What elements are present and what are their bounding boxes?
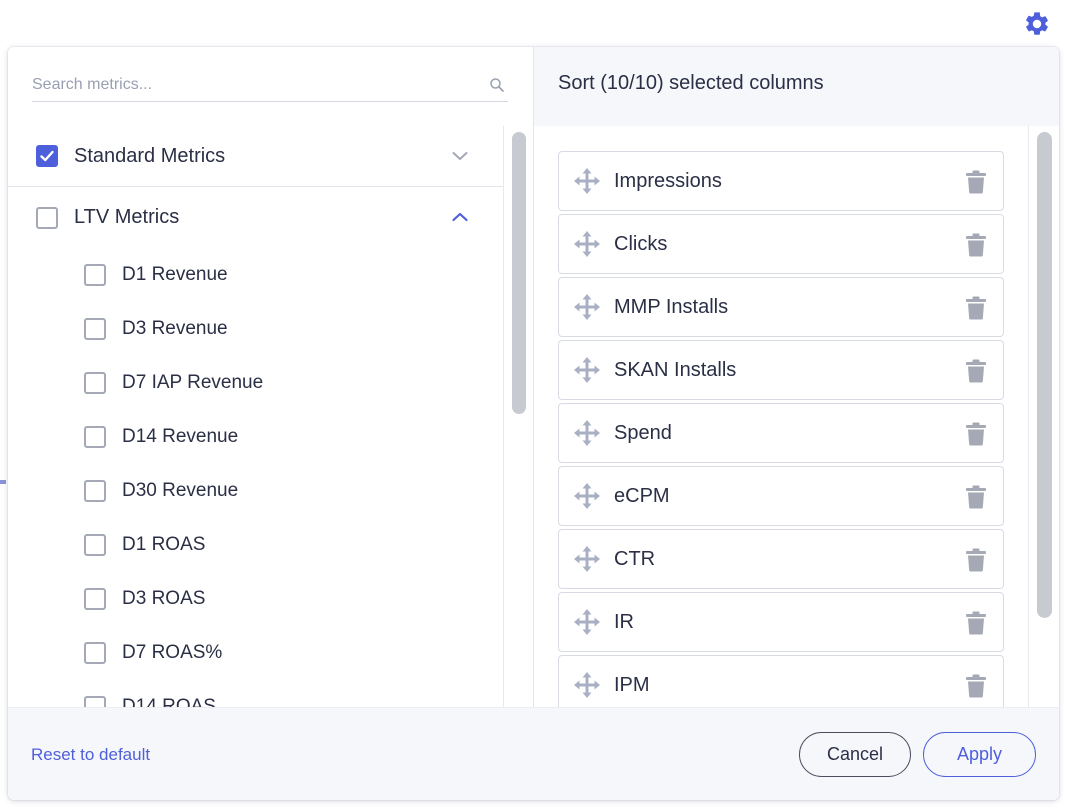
trash-icon[interactable] <box>965 170 987 194</box>
metric-label: D7 ROAS% <box>122 642 223 663</box>
gear-icon <box>1026 12 1048 35</box>
move-icon[interactable] <box>573 482 601 510</box>
metrics-scrollbar-thumb[interactable] <box>512 132 526 414</box>
panel-footer: Reset to default Cancel Apply <box>8 707 1059 800</box>
group-label: LTV Metrics <box>74 206 180 228</box>
sortable-column-item[interactable]: IR <box>558 592 1004 652</box>
group-standard-metrics[interactable]: Standard Metrics <box>8 126 503 187</box>
metrics-picker: Standard Metrics LTV Metrics D1 Revenue … <box>8 47 533 707</box>
move-icon[interactable] <box>573 608 601 636</box>
search-icon[interactable] <box>488 76 506 94</box>
sortable-column-item[interactable]: Spend <box>558 403 1004 463</box>
metric-item[interactable]: D3 ROAS <box>8 572 503 626</box>
sortable-column-item[interactable]: CTR <box>558 529 1004 589</box>
metric-label: D1 ROAS <box>122 534 206 555</box>
sort-list-area: Impressions Clicks MMP Installs SKAN Ins… <box>534 126 1028 707</box>
sortable-column-list: Impressions Clicks MMP Installs SKAN Ins… <box>558 151 1004 707</box>
column-label: SKAN Installs <box>614 358 737 381</box>
group-ltv-metrics[interactable]: LTV Metrics <box>8 187 503 248</box>
sort-title: Sort (10/10) selected columns <box>558 72 824 94</box>
metric-label: D14 ROAS <box>122 696 216 707</box>
metrics-scrollbar[interactable] <box>503 126 533 707</box>
move-icon[interactable] <box>573 356 601 384</box>
metric-checkbox[interactable] <box>84 372 106 394</box>
sortable-column-item[interactable]: Impressions <box>558 151 1004 211</box>
sortable-column-item[interactable]: MMP Installs <box>558 277 1004 337</box>
metric-item[interactable]: D14 Revenue <box>8 410 503 464</box>
column-label: IR <box>614 610 634 633</box>
metric-item[interactable]: D14 ROAS <box>8 680 503 707</box>
column-label: eCPM <box>614 484 670 507</box>
sortable-column-item[interactable]: eCPM <box>558 466 1004 526</box>
trash-icon[interactable] <box>965 233 987 257</box>
metric-checkbox[interactable] <box>84 426 106 448</box>
metric-item[interactable]: D1 ROAS <box>8 518 503 572</box>
metric-item[interactable]: D7 ROAS% <box>8 626 503 680</box>
column-label: IPM <box>614 673 650 696</box>
trash-icon[interactable] <box>965 296 987 320</box>
metric-checkbox[interactable] <box>84 642 106 664</box>
reset-to-default-link[interactable]: Reset to default <box>31 745 150 765</box>
column-label: Clicks <box>614 232 668 255</box>
sortable-column-item[interactable]: SKAN Installs <box>558 340 1004 400</box>
metric-label: D30 Revenue <box>122 480 239 501</box>
background-edge <box>0 480 6 484</box>
trash-icon[interactable] <box>965 485 987 509</box>
column-label: Spend <box>614 421 672 444</box>
column-label: CTR <box>614 547 656 570</box>
metric-label: D3 Revenue <box>122 318 228 339</box>
metric-item[interactable]: D3 Revenue <box>8 302 503 356</box>
group-label: Standard Metrics <box>74 144 226 167</box>
sort-scrollbar-thumb[interactable] <box>1037 132 1052 618</box>
metric-checkbox[interactable] <box>84 696 106 707</box>
move-icon[interactable] <box>573 671 601 699</box>
metric-label: D1 Revenue <box>122 264 228 285</box>
metric-label: D7 IAP Revenue <box>122 372 264 393</box>
column-settings-panel: Standard Metrics LTV Metrics D1 Revenue … <box>8 47 1059 800</box>
metric-checkbox[interactable] <box>84 264 106 286</box>
sortable-column-item[interactable]: IPM <box>558 655 1004 707</box>
search-field <box>32 71 508 102</box>
metrics-list: Standard Metrics LTV Metrics D1 Revenue … <box>8 126 503 707</box>
metric-item[interactable]: D7 IAP Revenue <box>8 356 503 410</box>
trash-icon[interactable] <box>965 422 987 446</box>
move-icon[interactable] <box>573 230 601 258</box>
chevron-down-icon[interactable] <box>451 147 469 165</box>
ltv-metrics-checkbox[interactable] <box>36 206 58 229</box>
metric-checkbox[interactable] <box>84 588 106 610</box>
metric-label: D14 Revenue <box>122 426 239 447</box>
trash-icon[interactable] <box>965 548 987 572</box>
metric-checkbox[interactable] <box>84 534 106 556</box>
apply-button[interactable]: Apply <box>923 732 1036 777</box>
chevron-up-icon[interactable] <box>451 208 469 226</box>
metric-label: D3 ROAS <box>122 588 206 609</box>
sortable-column-item[interactable]: Clicks <box>558 214 1004 274</box>
trash-icon[interactable] <box>965 359 987 383</box>
move-icon[interactable] <box>573 293 601 321</box>
search-input[interactable] <box>32 71 508 99</box>
metric-checkbox[interactable] <box>84 318 106 340</box>
metric-checkbox[interactable] <box>84 480 106 502</box>
standard-metrics-checkbox[interactable] <box>36 145 58 167</box>
metric-item[interactable]: D30 Revenue <box>8 464 503 518</box>
sort-columns-pane: Sort (10/10) selected columns Impression… <box>533 47 1059 707</box>
column-label: Impressions <box>614 169 722 192</box>
column-label: MMP Installs <box>614 295 729 318</box>
move-icon[interactable] <box>573 167 601 195</box>
move-icon[interactable] <box>573 419 601 447</box>
cancel-button[interactable]: Cancel <box>799 732 911 777</box>
sort-scrollbar[interactable] <box>1028 126 1059 707</box>
move-icon[interactable] <box>573 545 601 573</box>
metric-item[interactable]: D1 Revenue <box>8 248 503 302</box>
trash-icon[interactable] <box>965 611 987 635</box>
trash-icon[interactable] <box>965 674 987 698</box>
settings-button[interactable] <box>1022 9 1052 39</box>
check-icon <box>40 150 54 162</box>
